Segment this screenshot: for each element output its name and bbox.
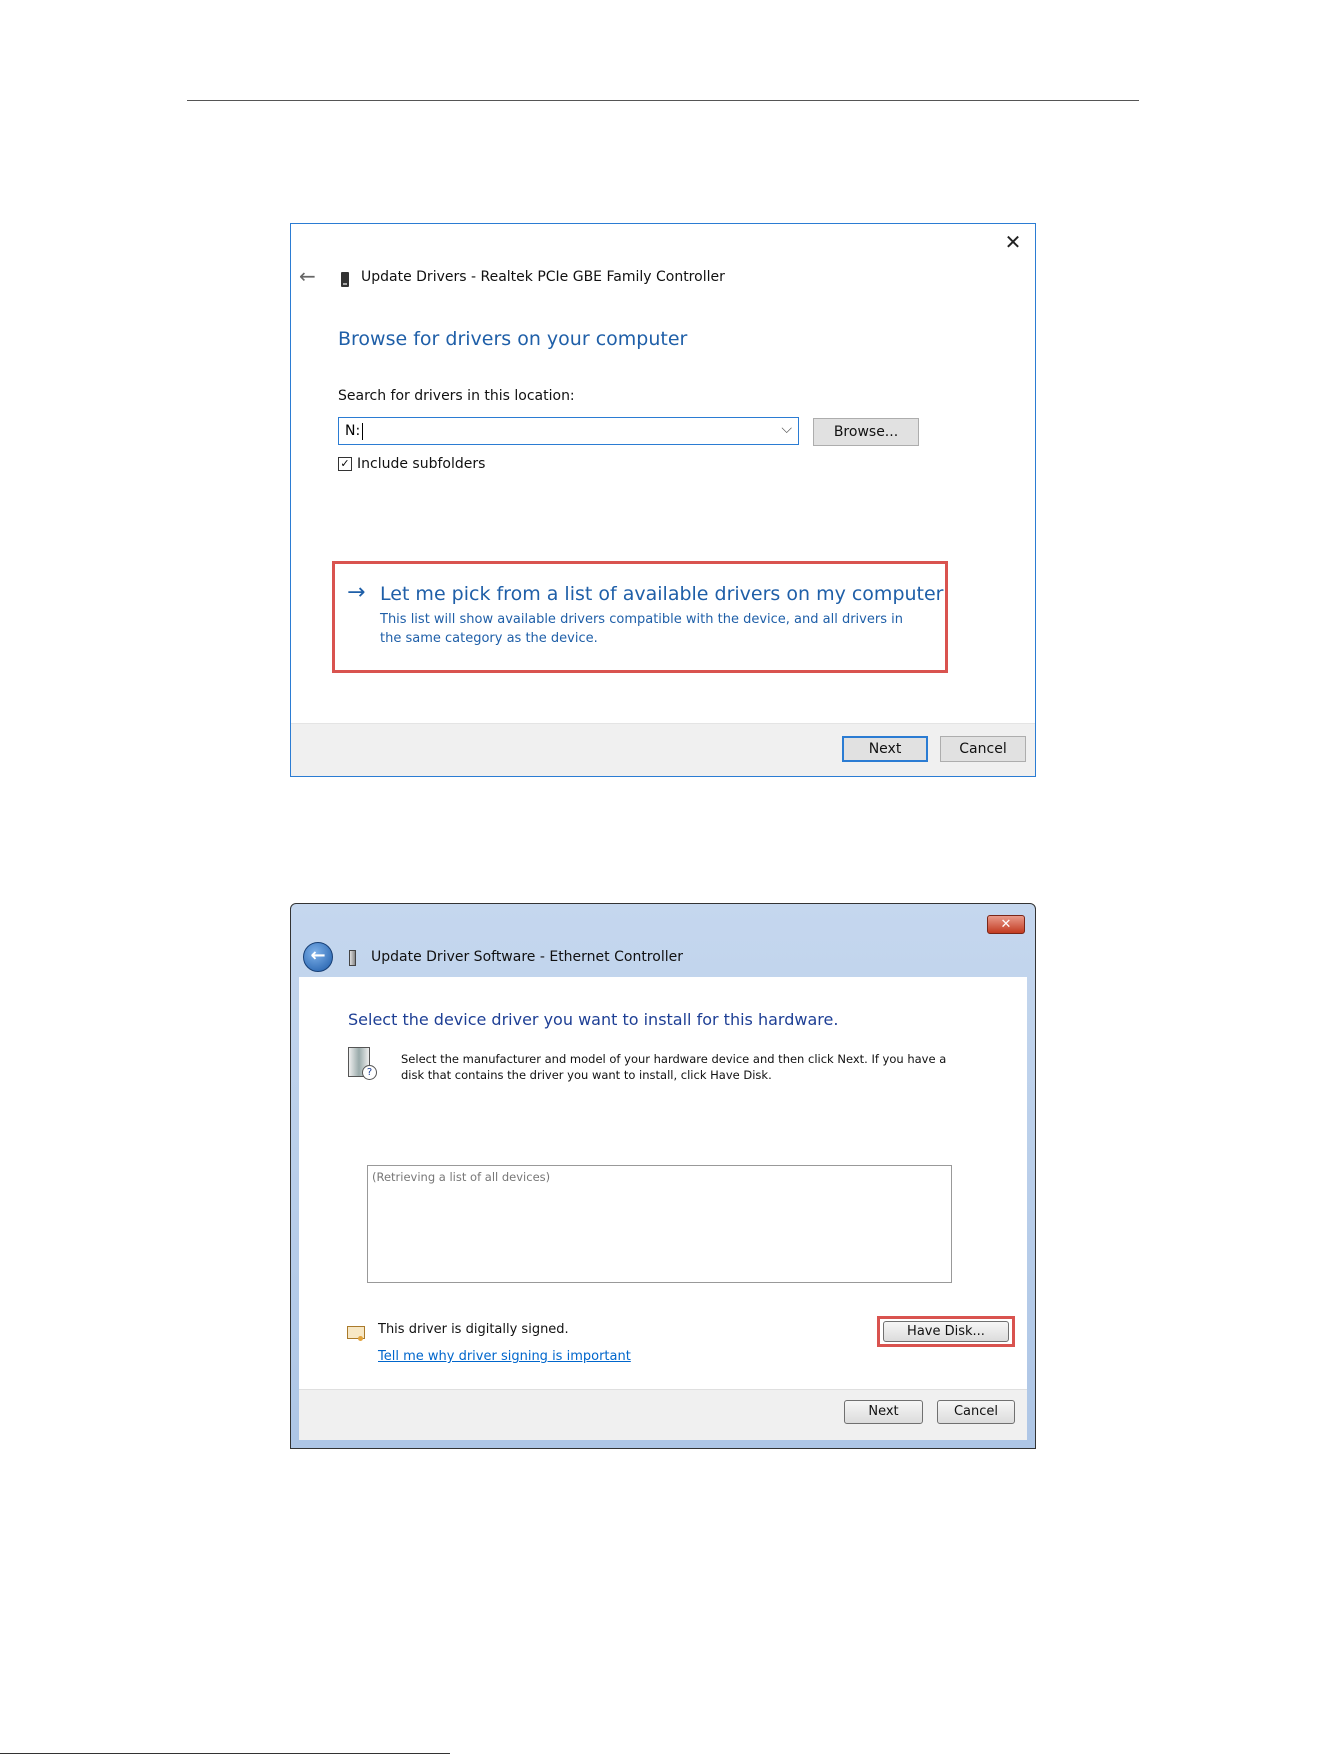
listbox-status-text: (Retrieving a list of all devices): [372, 1170, 551, 1184]
device-listbox[interactable]: (Retrieving a list of all devices): [367, 1165, 952, 1283]
page-heading: Select the device driver you want to ins…: [348, 1010, 839, 1029]
highlight-box: Have Disk...: [877, 1316, 1015, 1347]
pick-from-list-link[interactable]: Let me pick from a list of available dri…: [380, 583, 944, 605]
back-arrow-icon[interactable]: ←: [303, 942, 333, 972]
dialog-title: Update Driver Software - Ethernet Contro…: [371, 949, 683, 965]
dialog-content: Select the device driver you want to ins…: [299, 977, 1027, 1389]
signed-status-text: This driver is digitally signed.: [378, 1322, 569, 1337]
text-cursor: [362, 423, 363, 440]
page-footer-rule: [0, 1753, 450, 1754]
close-icon[interactable]: ✕: [1001, 230, 1025, 254]
location-value[interactable]: N:: [345, 423, 360, 439]
back-arrow-icon[interactable]: ←: [299, 264, 316, 288]
dialog-footer: Next Cancel: [299, 1389, 1027, 1440]
location-label: Search for drivers in this location:: [338, 388, 575, 404]
arrow-right-icon: →: [347, 580, 366, 605]
help-icon: ?: [362, 1065, 377, 1080]
pick-from-list-description: This list will show available drivers co…: [380, 612, 903, 646]
cancel-button[interactable]: Cancel: [940, 736, 1026, 762]
device-icon: [341, 272, 349, 287]
device-icon: [349, 950, 356, 966]
driver-signing-link[interactable]: Tell me why driver signing is important: [378, 1349, 631, 1364]
page-heading: Browse for drivers on your computer: [338, 328, 688, 350]
close-icon[interactable]: ✕: [987, 915, 1025, 934]
location-combobox[interactable]: N: ⌵: [338, 417, 799, 445]
page-header-rule: [187, 100, 1139, 101]
next-button[interactable]: Next: [844, 1400, 923, 1424]
next-button[interactable]: Next: [842, 736, 928, 762]
include-subfolders-label[interactable]: Include subfolders: [357, 456, 485, 472]
chevron-down-icon[interactable]: ⌵: [781, 421, 792, 437]
instructions-text: Select the manufacturer and model of you…: [401, 1052, 947, 1082]
browse-button[interactable]: Browse...: [813, 418, 919, 446]
dialog-title: Update Drivers - Realtek PCIe GBE Family…: [361, 269, 725, 285]
certificate-icon: [347, 1326, 365, 1341]
update-drivers-dialog: ✕ ← Update Drivers - Realtek PCIe GBE Fa…: [290, 223, 1036, 777]
highlight-box: → Let me pick from a list of available d…: [332, 561, 948, 673]
update-driver-software-dialog: ✕ ← Update Driver Software - Ethernet Co…: [290, 903, 1036, 1449]
dialog-footer: Next Cancel: [291, 723, 1035, 776]
cancel-button[interactable]: Cancel: [937, 1400, 1015, 1424]
have-disk-button[interactable]: Have Disk...: [883, 1321, 1009, 1342]
include-subfolders-checkbox[interactable]: ✓: [338, 457, 352, 471]
